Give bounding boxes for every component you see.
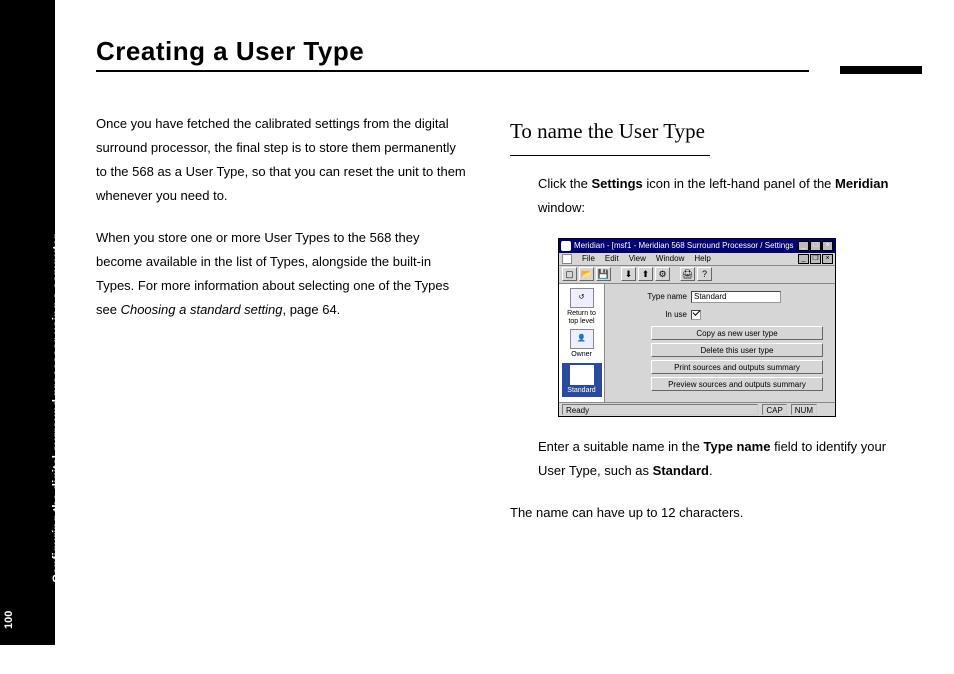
return-arrow-icon: ↺ bbox=[570, 288, 594, 308]
menu-bar: File Edit View Window Help _ ❐ × bbox=[559, 253, 835, 266]
intro-paragraph-2: When you store one or more User Types to… bbox=[96, 226, 466, 322]
right-column: To name the User Type Click the Settings… bbox=[510, 112, 910, 543]
left-column: Once you have fetched the calibrated set… bbox=[96, 112, 466, 340]
copy-user-type-button[interactable]: Copy as new user type bbox=[651, 326, 823, 340]
enter-standard-bold: Standard bbox=[653, 463, 709, 478]
subheading-rule bbox=[510, 155, 710, 156]
type-name-row: Type name Standard bbox=[631, 290, 827, 305]
maximize-button[interactable]: □ bbox=[810, 241, 821, 251]
enter-prefix: Enter a suitable name in the bbox=[538, 439, 704, 454]
type-name-label: Type name bbox=[631, 290, 687, 305]
enter-typename-bold: Type name bbox=[704, 439, 771, 454]
client-area: ↺ Return to top level 👤 Owner ⚙ Standard bbox=[559, 284, 835, 402]
meridian-window: Meridian - [msf1 - Meridian 568 Surround… bbox=[558, 238, 836, 417]
instruction-click-settings: Click the Settings icon in the left-hand… bbox=[538, 172, 910, 220]
menu-view[interactable]: View bbox=[629, 252, 646, 267]
mdi-doc-icon[interactable] bbox=[562, 254, 572, 264]
mdi-restore-button[interactable]: ❐ bbox=[810, 254, 821, 264]
status-cap: CAP bbox=[762, 404, 786, 415]
toolbar-save-icon[interactable]: 💾 bbox=[596, 267, 611, 281]
mdi-minimize-button[interactable]: _ bbox=[798, 254, 809, 264]
name-limit-note: The name can have up to 12 characters. bbox=[510, 501, 910, 525]
mdi-close-button[interactable]: × bbox=[822, 254, 833, 264]
app-screenshot: Meridian - [msf1 - Meridian 568 Surround… bbox=[558, 238, 910, 417]
toolbar-new-icon[interactable]: ▢ bbox=[562, 267, 577, 281]
click-suffix: window: bbox=[538, 200, 585, 215]
para2-italic: Choosing a standard setting bbox=[121, 302, 283, 317]
page-number: 100 bbox=[3, 611, 15, 629]
toolbar-print-icon[interactable]: 🖨 bbox=[680, 267, 695, 281]
side-standard-label: Standard bbox=[567, 387, 595, 394]
click-settings-bold: Settings bbox=[591, 176, 642, 191]
click-prefix: Click the bbox=[538, 176, 591, 191]
minimize-button[interactable]: _ bbox=[798, 241, 809, 251]
intro-paragraph-1: Once you have fetched the calibrated set… bbox=[96, 112, 466, 208]
preview-summary-button[interactable]: Preview sources and outputs summary bbox=[651, 377, 823, 391]
side-return-label: Return to top level bbox=[567, 310, 596, 325]
type-name-input[interactable]: Standard bbox=[691, 291, 781, 303]
menu-edit[interactable]: Edit bbox=[605, 252, 619, 267]
subheading: To name the User Type bbox=[510, 112, 910, 151]
click-meridian-bold: Meridian bbox=[835, 176, 888, 191]
toolbar: ▢ 📂 💾 ⬇ ⬆ ⚙ 🖨 ? bbox=[559, 266, 835, 284]
status-bar: Ready CAP NUM bbox=[559, 402, 835, 416]
menu-window[interactable]: Window bbox=[656, 252, 684, 267]
close-button[interactable]: × bbox=[822, 241, 833, 251]
main-panel: Type name Standard In use Copy as new us… bbox=[605, 284, 835, 402]
left-black-margin bbox=[0, 0, 55, 615]
enter-suffix: . bbox=[709, 463, 713, 478]
toolbar-settings-icon[interactable]: ⚙ bbox=[655, 267, 670, 281]
toolbar-fetch-icon[interactable]: ⬇ bbox=[621, 267, 636, 281]
in-use-label: In use bbox=[631, 308, 687, 323]
side-panel: ↺ Return to top level 👤 Owner ⚙ Standard bbox=[559, 284, 605, 402]
sidebar-chapter-label: Configuring the digital surround process… bbox=[50, 103, 64, 583]
resize-grip-icon[interactable] bbox=[821, 404, 832, 415]
print-summary-button[interactable]: Print sources and outputs summary bbox=[651, 360, 823, 374]
menu-help[interactable]: Help bbox=[694, 252, 710, 267]
side-return-top[interactable]: ↺ Return to top level bbox=[562, 288, 602, 325]
page-title: Creating a User Type bbox=[96, 36, 364, 67]
status-ready: Ready bbox=[562, 404, 758, 415]
side-owner[interactable]: 👤 Owner bbox=[562, 329, 602, 359]
status-num: NUM bbox=[791, 404, 817, 415]
toolbar-open-icon[interactable]: 📂 bbox=[579, 267, 594, 281]
in-use-checkbox[interactable] bbox=[691, 310, 701, 320]
app-logo-icon bbox=[561, 241, 571, 251]
in-use-row: In use bbox=[631, 308, 827, 323]
heading-underline bbox=[96, 70, 809, 72]
side-owner-label: Owner bbox=[571, 351, 592, 358]
instruction-enter-name: Enter a suitable name in the Type name f… bbox=[538, 435, 910, 483]
heading-tab-marker bbox=[840, 66, 922, 74]
side-standard[interactable]: ⚙ Standard bbox=[562, 363, 602, 397]
toolbar-store-icon[interactable]: ⬆ bbox=[638, 267, 653, 281]
owner-icon: 👤 bbox=[570, 329, 594, 349]
menu-file[interactable]: File bbox=[582, 252, 595, 267]
click-mid: icon in the left-hand panel of the bbox=[643, 176, 835, 191]
para2-suffix: , page 64. bbox=[282, 302, 340, 317]
toolbar-help-icon[interactable]: ? bbox=[697, 267, 712, 281]
delete-user-type-button[interactable]: Delete this user type bbox=[651, 343, 823, 357]
document-page: 100 Configuring the digital surround pro… bbox=[0, 0, 954, 674]
settings-gear-icon: ⚙ bbox=[570, 365, 594, 385]
